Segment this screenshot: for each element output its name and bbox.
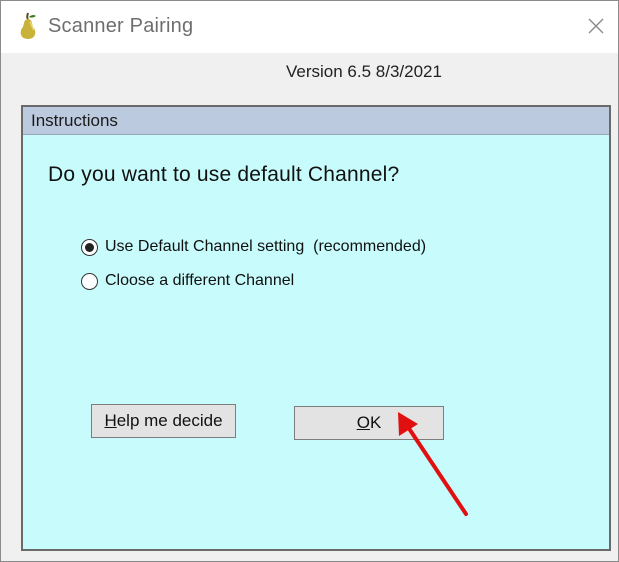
radio-dot: [85, 242, 94, 252]
ok-button-mnemonic: O: [356, 413, 370, 432]
radio-button-selected[interactable]: [81, 238, 98, 256]
instructions-panel: Instructions Do you want to use default …: [21, 105, 611, 551]
version-label: Version 6.5 8/3/2021: [286, 62, 442, 81]
radio-different-channel-label: Cloose a different Channel: [105, 272, 295, 289]
dialog-window: Scanner Pairing Version 6.5 8/3/2021 Ins…: [0, 0, 619, 562]
radio-different-channel[interactable]: Cloose a different Channel: [81, 272, 294, 290]
ok-button-label: K: [369, 413, 382, 432]
help-button-mnemonic: H: [104, 411, 117, 430]
window-title: Scanner Pairing: [48, 15, 194, 37]
panel-header: Instructions: [23, 107, 609, 135]
pear-icon: [17, 11, 39, 41]
radio-default-channel-label: Use Default Channel setting (recommended…: [105, 238, 427, 255]
help-button-label: elp me decide: [116, 411, 223, 430]
help-me-decide-button[interactable]: Help me decide: [91, 404, 236, 438]
title-bar: Scanner Pairing: [1, 1, 618, 53]
question-text: Do you want to use default Channel?: [48, 163, 400, 186]
panel-header-label: Instructions: [31, 111, 118, 130]
close-button[interactable]: [579, 9, 613, 43]
close-icon: [588, 18, 604, 34]
radio-default-channel[interactable]: Use Default Channel setting (recommended…: [81, 238, 426, 256]
ok-button[interactable]: OK: [294, 406, 444, 440]
radio-button[interactable]: [81, 272, 98, 290]
